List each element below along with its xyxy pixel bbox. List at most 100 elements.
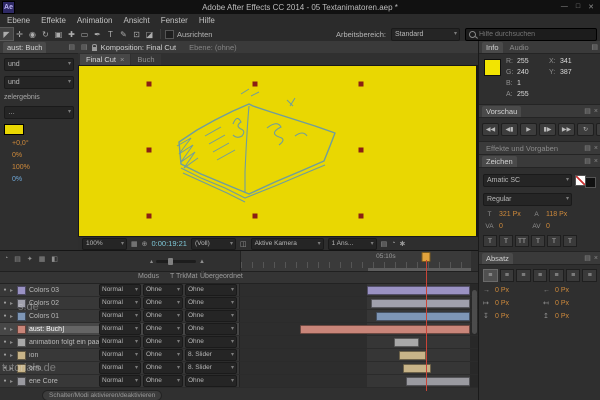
zoom-in-icon[interactable]: ▲	[199, 259, 205, 265]
layer-color-chip[interactable]	[17, 324, 26, 334]
parent-dropdown[interactable]: 8. Slider	[185, 362, 237, 374]
layer-name[interactable]: ene Core	[28, 378, 99, 385]
timeline-scrollbar[interactable]	[470, 362, 478, 374]
timeline-zoom-slider[interactable]: ▴ ▲	[150, 258, 205, 265]
align-left-button[interactable]: ≡	[483, 269, 498, 282]
zoom-slider-knob[interactable]	[168, 258, 174, 265]
layer-graph-cell[interactable]	[239, 362, 470, 374]
layer-name[interactable]: Colors 03	[28, 287, 99, 294]
menu-hilfe[interactable]: Hilfe	[199, 16, 215, 25]
subscript-button[interactable]: T	[563, 235, 577, 247]
menu-animation[interactable]: Animation	[77, 16, 113, 25]
close-panel-icon[interactable]: ×	[594, 255, 598, 262]
layer-expand-icon[interactable]: ▸	[10, 365, 17, 372]
blend-dropdown-2[interactable]: und	[4, 76, 74, 89]
last-line-indent-value[interactable]: 0 Px	[555, 300, 569, 307]
percent-value-3[interactable]: 0%	[12, 176, 74, 183]
panel-menu-icon[interactable]: ▤	[584, 157, 591, 165]
blend-mode-dropdown[interactable]: Normal	[99, 375, 141, 387]
zoom-slider-track[interactable]	[156, 258, 197, 265]
selection-handle-bottom-center[interactable]	[252, 213, 258, 219]
parent-dropdown[interactable]: Ohne	[185, 336, 237, 348]
flowchart-icon[interactable]: ✱	[399, 240, 405, 248]
text-tool-icon[interactable]: T	[104, 28, 117, 40]
close-tab-icon[interactable]: ×	[120, 54, 124, 65]
hand-tool-icon[interactable]: ✛	[13, 28, 26, 40]
tab-info[interactable]: Info	[482, 41, 503, 53]
trkmat-dropdown[interactable]: Ohne	[143, 310, 183, 322]
timeline-scrollbar[interactable]	[470, 336, 478, 348]
layer-panel-title[interactable]: Ebene: (ohne)	[189, 43, 237, 52]
align-checkbox[interactable]	[165, 29, 174, 39]
kerning-value[interactable]: 0	[499, 223, 527, 230]
help-search-box[interactable]	[465, 27, 597, 41]
layer-visibility-icon[interactable]: ●	[0, 378, 10, 384]
timeline-scrollbar-thumb[interactable]	[472, 290, 477, 334]
layer-name[interactable]: ion	[28, 352, 99, 359]
panel-menu-icon[interactable]: ▤	[81, 43, 88, 51]
menu-effekte[interactable]: Effekte	[41, 16, 66, 25]
layer-expand-icon[interactable]: ▸	[10, 378, 17, 385]
tab-absatz[interactable]: Absatz	[482, 252, 513, 264]
layer-name[interactable]: animation folgt ein paar Regeln	[28, 339, 99, 346]
indent-left-value[interactable]: 0 Px	[495, 287, 509, 294]
view-layout-dropdown[interactable]: 1 Ans...	[327, 237, 377, 250]
maximize-button[interactable]: □	[576, 3, 580, 11]
comp-timecode[interactable]: 0:00:19:21	[152, 239, 187, 248]
font-family-dropdown[interactable]: Amatic SC	[483, 173, 572, 187]
layer-graph-cell[interactable]	[239, 297, 470, 309]
layer-color-chip[interactable]	[17, 363, 26, 373]
pen-tool-icon[interactable]: ✒	[91, 28, 104, 40]
layer-name[interactable]: Colors 01	[28, 313, 99, 320]
layer-color-chip[interactable]	[17, 376, 26, 386]
blend-mode-dropdown[interactable]: Normal	[99, 336, 141, 348]
minimize-button[interactable]: —	[561, 3, 568, 11]
layer-name[interactable]: orm	[28, 365, 99, 372]
pan-behind-tool-icon[interactable]: ✚	[65, 28, 78, 40]
percent-value-2[interactable]: 100%	[12, 164, 74, 171]
selection-handle-mid-left[interactable]	[146, 147, 152, 153]
layer-visibility-icon[interactable]: ●	[0, 365, 10, 371]
justify-all-button[interactable]: ≡	[582, 269, 598, 282]
angle-value[interactable]: +0,0°	[12, 140, 74, 147]
comp-panel-title[interactable]: Komposition: Final Cut	[101, 43, 176, 52]
trkmat-dropdown[interactable]: Ohne	[143, 297, 183, 309]
loop-button[interactable]: ↻	[577, 123, 594, 136]
audio-toggle-button[interactable]: ♪	[596, 123, 600, 136]
comp-canvas-surface[interactable]	[79, 66, 476, 236]
blend-mode-dropdown[interactable]: Normal	[99, 362, 141, 374]
layer-visibility-icon[interactable]: ●	[0, 326, 10, 332]
blend-mode-dropdown[interactable]: Normal	[99, 284, 141, 296]
last-frame-button[interactable]: ▶▶	[558, 123, 575, 136]
trkmat-dropdown[interactable]: Ohne	[143, 284, 183, 296]
layer-expand-icon[interactable]: ▸	[10, 339, 17, 346]
selection-tool-icon[interactable]: ◤	[0, 27, 14, 41]
fill-color-swatch[interactable]	[575, 174, 586, 186]
layer-graph-cell[interactable]	[239, 375, 470, 387]
timeline-layer-row[interactable]: ● ▸ Colors 03 Normal Ohne Ohne	[0, 284, 478, 297]
parent-dropdown[interactable]: Ohne	[185, 323, 237, 335]
tracking-value[interactable]: 0	[546, 223, 574, 230]
trkmat-dropdown[interactable]: Ohne	[143, 362, 183, 374]
toggle-switches-modes-button[interactable]: Schalter/Modi aktivieren/deaktivieren	[42, 390, 163, 400]
help-search-input[interactable]	[466, 30, 596, 38]
safe-zones-icon[interactable]: ⊕	[142, 240, 148, 248]
layer-color-chip[interactable]	[17, 311, 26, 321]
timeline-layer-row[interactable]: ● ▸ orm Normal Ohne 8. Slider	[0, 362, 478, 375]
close-panel-icon[interactable]: ×	[594, 145, 598, 152]
eraser-tool-icon[interactable]: ◪	[143, 28, 156, 40]
selection-handle-mid-right[interactable]	[358, 147, 364, 153]
region-of-interest-icon[interactable]: ◫	[240, 240, 247, 248]
small-caps-button[interactable]: T	[531, 235, 545, 247]
layer-visibility-icon[interactable]: ●	[0, 339, 10, 345]
layer-expand-icon[interactable]: ▸	[10, 326, 17, 333]
selection-handle-top-left[interactable]	[146, 81, 152, 87]
pixel-aspect-icon[interactable]: ▤	[381, 240, 388, 248]
blend-mode-dropdown[interactable]: Normal	[99, 323, 141, 335]
selection-handle-top-right[interactable]	[358, 81, 364, 87]
tab-final-cut[interactable]: Final Cut ×	[80, 54, 131, 65]
panel-menu-icon[interactable]: ▤	[68, 43, 75, 51]
panel-menu-icon[interactable]: ▤	[584, 107, 591, 115]
shape-tool-icon[interactable]: ▭	[78, 28, 91, 40]
layer-name[interactable]: aust: Buch]	[28, 325, 99, 333]
